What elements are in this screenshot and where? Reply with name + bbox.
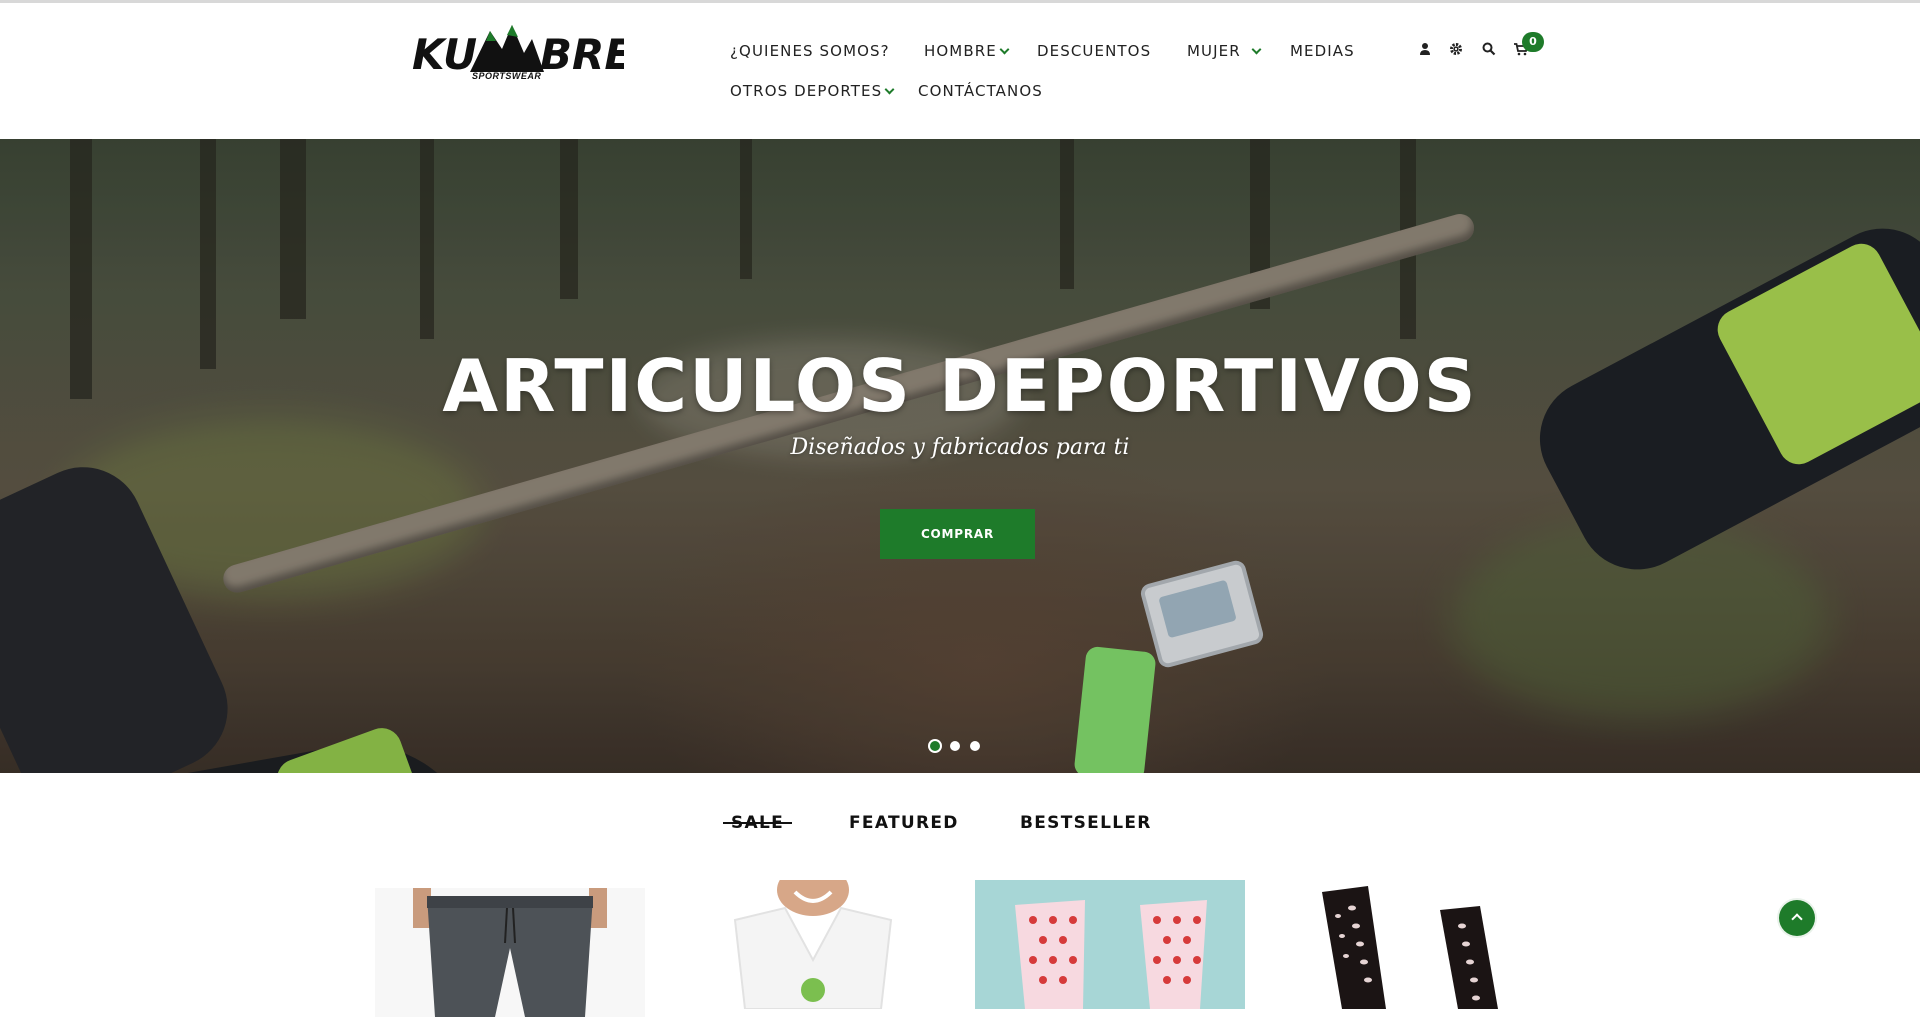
chevron-down-icon — [999, 44, 1010, 55]
gear-icon[interactable] — [1448, 41, 1464, 57]
slider-dot-3[interactable] — [970, 741, 980, 751]
nav-item-contactanos[interactable]: CONTÁCTANOS — [918, 82, 1043, 100]
product-card-black-socks[interactable] — [1290, 880, 1560, 1009]
product-image — [1290, 880, 1560, 1009]
product-card-jogger-shorts[interactable] — [375, 888, 645, 1017]
kumbre-logo[interactable]: KU BRE SPORTSWEAR — [412, 17, 624, 91]
product-image — [375, 888, 645, 1017]
nav-item-hombre[interactable]: HOMBRE — [924, 42, 1010, 60]
chevron-up-icon — [1791, 913, 1803, 925]
product-image — [695, 880, 965, 1009]
slider-dot-2[interactable] — [950, 741, 960, 751]
hero-title: ARTICULOS DEPORTIVOS — [442, 344, 1478, 428]
search-icon[interactable] — [1481, 41, 1497, 57]
tab-bestseller[interactable]: BESTSELLER — [1020, 813, 1152, 833]
cart-count-badge: 0 — [1522, 32, 1544, 52]
comprar-button[interactable]: COMPRAR — [880, 509, 1035, 559]
nav-item-mujer[interactable]: MUJER — [1187, 42, 1262, 60]
product-image — [975, 880, 1245, 1009]
hero-subtitle: Diseñados y fabricados para ti — [790, 435, 1130, 460]
nav-item-descuentos[interactable]: DESCUENTOS — [1037, 42, 1151, 60]
tab-sale[interactable]: SALE — [723, 813, 793, 833]
nav-item-otros-deportes[interactable]: OTROS DEPORTES — [730, 82, 895, 100]
product-card-pink-socks[interactable] — [975, 880, 1245, 1009]
user-icon[interactable] — [1417, 41, 1433, 57]
chevron-down-icon — [1251, 44, 1262, 55]
scroll-to-top-button[interactable] — [1779, 900, 1815, 936]
nav-item-medias[interactable]: MEDIAS — [1290, 42, 1355, 60]
slider-dot-1[interactable] — [930, 741, 940, 751]
hero-slider: ARTICULOS DEPORTIVOS Diseñados y fabrica… — [0, 139, 1920, 773]
nav-item-quienes-somos[interactable]: ¿QUIENES SOMOS? — [730, 42, 890, 60]
chevron-down-icon — [884, 84, 895, 95]
site-header: KU BRE SPORTSWEAR ¿QUIENES SOMOS? HOMBRE… — [0, 3, 1920, 139]
tab-featured[interactable]: FEATURED — [849, 813, 959, 833]
svg-text:BRE: BRE — [540, 30, 624, 79]
svg-text:KU: KU — [412, 30, 477, 79]
logo-subtitle: SPORTSWEAR — [472, 71, 542, 81]
product-card-v-neck-tee[interactable] — [695, 880, 965, 1009]
